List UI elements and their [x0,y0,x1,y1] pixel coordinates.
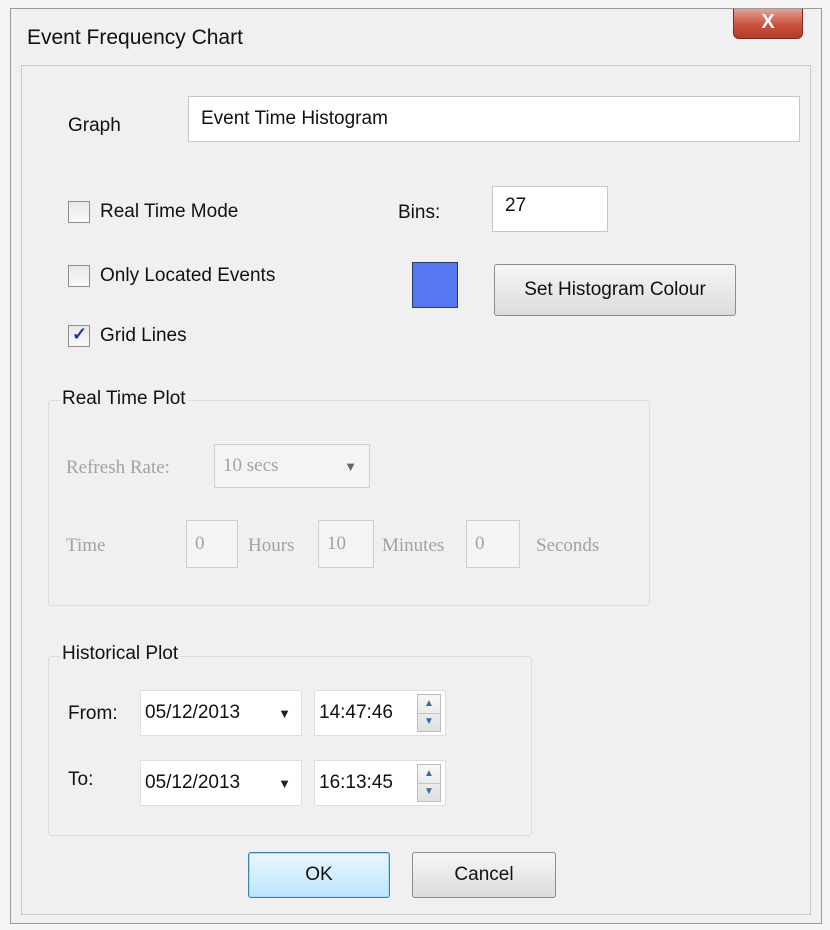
cancel-button[interactable]: Cancel [412,852,556,898]
to-time-picker[interactable]: 16:13:45 ▲ ▼ [314,760,446,806]
spin-down-icon[interactable]: ▼ [418,713,440,731]
only-located-events-label: Only Located Events [100,265,276,286]
from-date-value: 05/12/2013 [145,702,241,723]
to-time-value: 16:13:45 [319,772,393,793]
real-time-plot-title: Real Time Plot [60,388,188,410]
bins-value: 27 [505,195,527,216]
from-time-value: 14:47:46 [319,702,393,723]
seconds-input[interactable]: 0 [466,520,520,568]
set-histogram-colour-label: Set Histogram Colour [524,279,706,300]
to-time-spinner[interactable]: ▲ ▼ [417,764,441,802]
from-label: From: [68,703,118,724]
only-located-events-checkbox[interactable] [68,265,90,287]
dialog-client-area: Graph Event Time Histogram Real Time Mod… [21,65,811,915]
grid-lines-checkbox[interactable]: ✓ [68,324,90,347]
refresh-rate-value: 10 secs [223,455,279,476]
hours-value: 0 [195,533,205,554]
cancel-label: Cancel [454,864,514,885]
from-time-picker[interactable]: 14:47:46 ▲ ▼ [314,690,446,736]
seconds-value: 0 [475,533,485,554]
real-time-plot-group [48,400,650,606]
histogram-colour-swatch [412,262,458,308]
graph-label: Graph [68,115,121,136]
hours-input[interactable]: 0 [186,520,238,568]
to-date-value: 05/12/2013 [145,772,241,793]
close-button[interactable]: X [733,9,803,39]
ok-label: OK [305,864,333,885]
minutes-value: 10 [327,533,346,554]
from-time-spinner[interactable]: ▲ ▼ [417,694,441,732]
seconds-label: Seconds [536,535,600,556]
window-title: Event Frequency Chart [27,26,243,49]
to-date-picker[interactable]: 05/12/2013 ▼ [140,760,302,806]
graph-name-input[interactable]: Event Time Histogram [188,96,800,142]
real-time-mode-label: Real Time Mode [100,201,239,222]
ok-button[interactable]: OK [248,852,390,898]
grid-lines-label: Grid Lines [100,325,187,346]
chevron-down-icon: ▼ [344,459,357,474]
chevron-down-icon: ▼ [278,776,291,791]
event-frequency-dialog: Event Frequency Chart X Graph Event Time… [10,8,822,924]
hours-label: Hours [248,535,295,556]
bins-label: Bins: [398,202,441,223]
chevron-down-icon: ▼ [278,706,291,721]
historical-plot-group [48,656,532,836]
minutes-label: Minutes [382,535,445,556]
to-label: To: [68,769,94,790]
spin-up-icon[interactable]: ▲ [418,695,440,714]
set-histogram-colour-button[interactable]: Set Histogram Colour [494,264,736,316]
minutes-input[interactable]: 10 [318,520,374,568]
title-bar: Event Frequency Chart X [11,9,821,65]
refresh-rate-label: Refresh Rate: [66,457,170,478]
real-time-mode-checkbox[interactable] [68,201,90,223]
from-date-picker[interactable]: 05/12/2013 ▼ [140,690,302,736]
spin-down-icon[interactable]: ▼ [418,783,440,801]
time-label: Time [66,535,106,556]
graph-name-value: Event Time Histogram [201,108,388,129]
checkmark-icon: ✓ [72,324,88,344]
bins-input[interactable]: 27 [492,186,608,232]
spin-up-icon[interactable]: ▲ [418,765,440,784]
refresh-rate-select[interactable]: 10 secs ▼ [214,444,370,488]
close-icon: X [761,11,775,33]
historical-plot-title: Historical Plot [60,643,181,665]
